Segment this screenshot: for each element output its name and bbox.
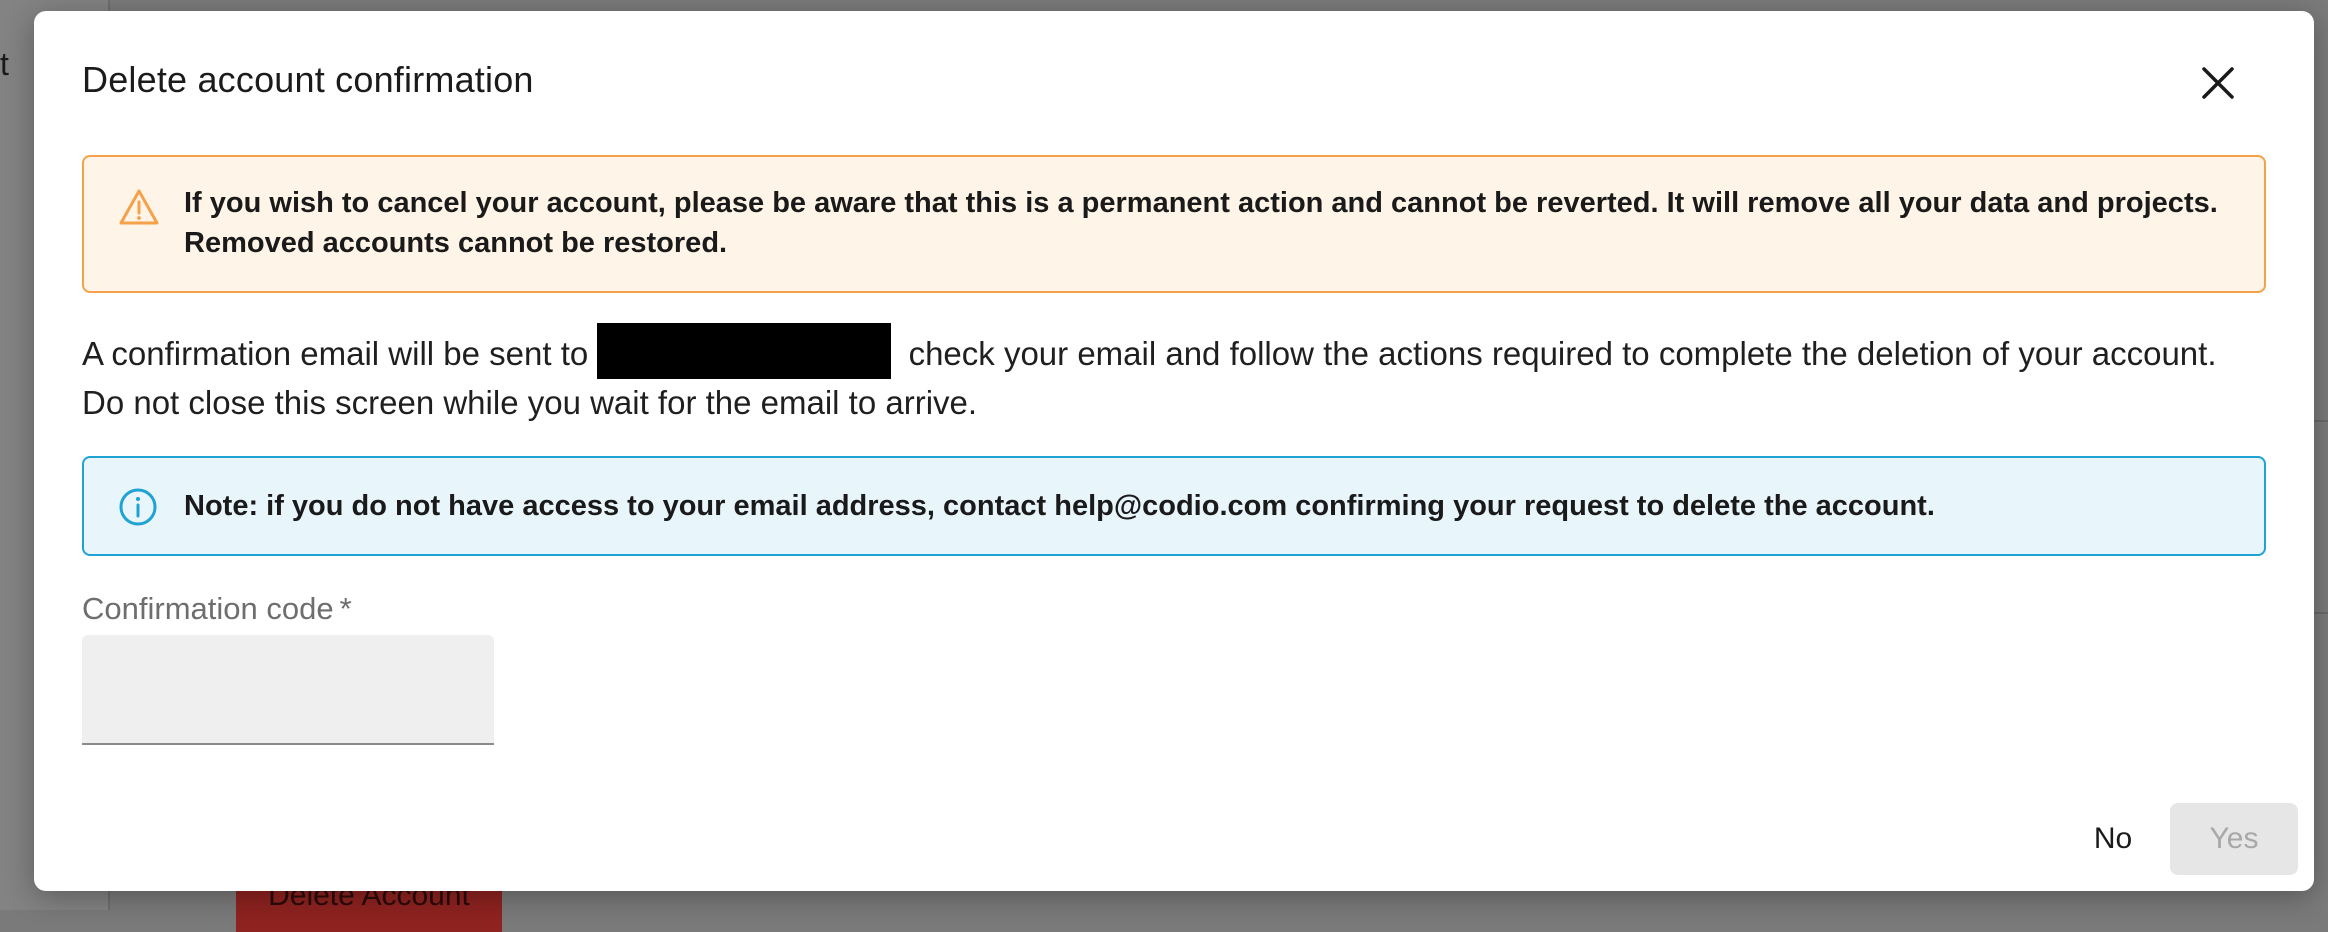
redacted-email — [597, 323, 892, 379]
info-alert: Note: if you do not have access to your … — [82, 456, 2266, 556]
info-alert-text: Note: if you do not have access to your … — [184, 490, 1935, 522]
delete-account-dialog: Delete account confirmation If you wish … — [34, 11, 2314, 891]
close-icon — [2202, 67, 2234, 99]
dialog-title: Delete account confirmation — [82, 59, 534, 100]
warning-alert-text: If you wish to cancel your account, plea… — [184, 187, 2218, 259]
close-button[interactable] — [2194, 59, 2242, 107]
confirmation-message: A confirmation email will be sent to che… — [82, 323, 2266, 427]
info-circle-icon — [119, 488, 157, 526]
no-button[interactable]: No — [2058, 803, 2168, 875]
confirmation-code-label-text: Confirmation code — [82, 591, 334, 626]
confirmation-code-input[interactable] — [82, 635, 494, 745]
warning-triangle-icon — [119, 189, 159, 225]
confirmation-message-start: A confirmation email will be sent to — [82, 335, 589, 372]
required-marker: * — [339, 591, 352, 626]
confirmation-code-label: Confirmation code * — [82, 591, 352, 627]
yes-button[interactable]: Yes — [2170, 803, 2298, 875]
background-text: t — [0, 46, 9, 82]
warning-alert: If you wish to cancel your account, plea… — [82, 155, 2266, 293]
